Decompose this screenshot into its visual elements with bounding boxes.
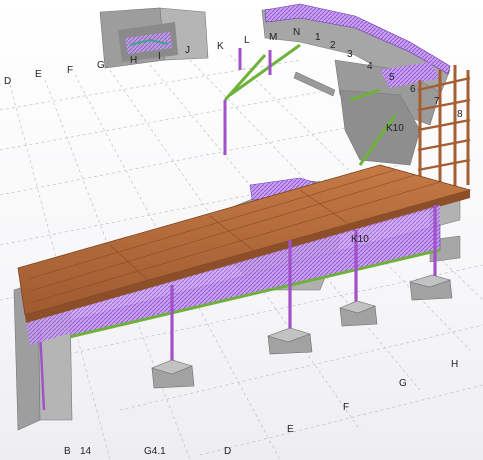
grid-label-m-top: M	[269, 32, 278, 43]
grid-label-7: 7	[434, 96, 440, 107]
grid-label-g41-bottom: G4.1	[144, 446, 166, 457]
steel-columns-upper[interactable]	[223, 48, 272, 155]
grid-label-d-top: D	[4, 76, 12, 87]
grid-label-4: 4	[367, 61, 373, 72]
grid-label-j-top: J	[185, 45, 190, 56]
grid-label-f-right: F	[343, 402, 350, 413]
grid-label-b-bottom: B	[64, 446, 71, 457]
grid-label-k-top: K	[217, 41, 224, 52]
grid-label-g-right: G	[399, 378, 407, 389]
grid-label-g-top: G	[97, 60, 105, 71]
upper-curved-walkway[interactable]	[261, 3, 451, 166]
grid-label-1: 1	[315, 32, 321, 43]
model-viewport[interactable]: D E F G H I J K L M N 1 2 3 4 5 6 7 8 K1…	[0, 0, 483, 460]
grid-label-6: 6	[410, 84, 416, 95]
grid-label-8: 8	[457, 109, 463, 120]
grid-label-d-bottom: D	[224, 446, 232, 457]
grid-label-k10-lower: K10	[351, 234, 369, 245]
grid-label-e-right: E	[287, 424, 294, 435]
grid-label-5: 5	[389, 72, 395, 83]
grid-label-n-top: N	[293, 27, 301, 38]
concrete-stair-core[interactable]	[99, 7, 209, 69]
grid-label-2: 2	[330, 40, 336, 51]
grid-label-3: 3	[347, 49, 353, 60]
footing-4[interactable]	[408, 274, 453, 301]
precast-beam[interactable]	[293, 71, 336, 97]
grid-label-e-top: E	[35, 69, 42, 80]
footing-1[interactable]	[151, 359, 195, 389]
grid-label-h-right: H	[451, 359, 459, 370]
grid-label-14-bottom: 14	[80, 446, 92, 457]
grid-label-i-top: I	[158, 51, 161, 62]
grid-label-l-top: L	[244, 35, 250, 46]
footing-3[interactable]	[339, 300, 378, 327]
grid-label-f-top: F	[67, 65, 74, 76]
grid-label-h-top: H	[130, 55, 138, 66]
footing-2[interactable]	[267, 327, 313, 355]
grid-label-k10-upper: K10	[386, 123, 404, 134]
